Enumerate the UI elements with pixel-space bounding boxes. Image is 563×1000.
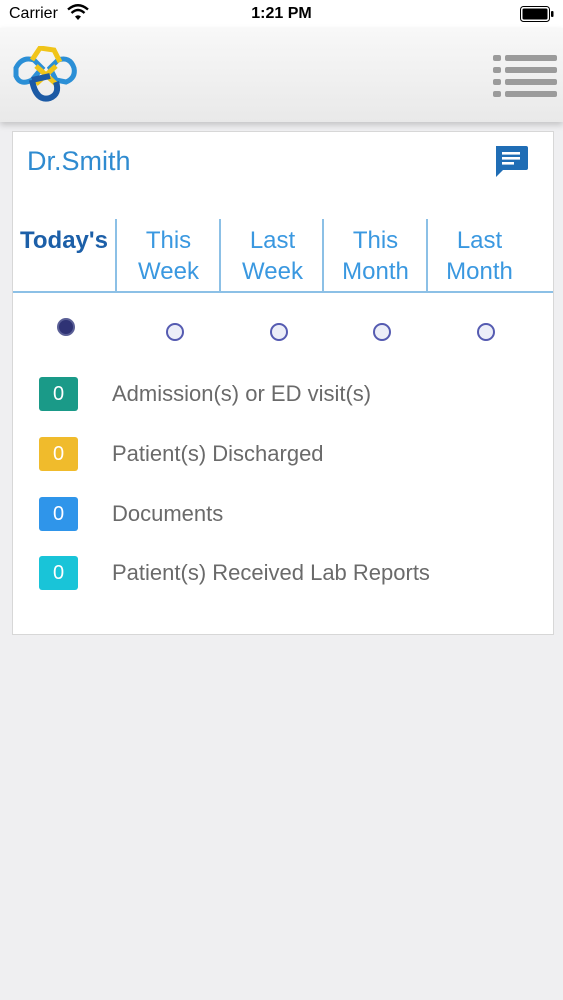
tab-label: Month [446,258,513,285]
tab-label: Month [342,258,409,285]
tab-label: Last [456,227,503,254]
tab-label: Today's [20,227,108,254]
radio-this-week[interactable] [166,323,184,341]
time-range-tabs: Today's This Week Last Week This Month L… [13,219,553,293]
radio-last-week[interactable] [270,323,288,341]
stat-admissions[interactable]: 0 Admission(s) or ED visit(s) [13,377,553,413]
doctor-name: Dr.Smith [27,146,131,176]
tab-this-week[interactable]: This Week [117,225,220,297]
tab-this-month[interactable]: This Month [324,225,427,297]
app-header [0,28,563,122]
stat-documents[interactable]: 0 Documents [13,497,553,533]
stat-label: Admission(s) or ED visit(s) [112,381,372,406]
tab-todays[interactable]: Today's [20,225,123,297]
battery-icon [520,6,554,27]
count-badge: 0 [39,556,78,590]
tab-last-week[interactable]: Last Week [221,225,324,297]
stat-label: Patient(s) Discharged [112,441,324,466]
radio-this-month[interactable] [373,323,391,341]
tab-last-month[interactable]: Last Month [428,225,531,297]
count-badge: 0 [39,377,78,411]
count-badge: 0 [39,437,78,471]
radio-todays[interactable] [57,318,75,336]
tab-label: Last [249,227,296,254]
stat-lab-reports[interactable]: 0 Patient(s) Received Lab Reports [13,556,553,592]
tab-label: Week [138,258,199,285]
summary-card: Dr.Smith Today's This Week Last Week Thi… [12,131,554,635]
chat-bubble-icon[interactable] [493,144,529,183]
stat-label: Patient(s) Received Lab Reports [112,560,430,585]
stat-discharged[interactable]: 0 Patient(s) Discharged [13,437,553,473]
app-logo-icon[interactable] [10,45,80,111]
clock: 1:21 PM [251,5,312,22]
tab-label: This [145,227,192,254]
status-bar: Carrier 1:21 PM [0,0,563,28]
radio-last-month[interactable] [477,323,495,341]
stat-label: Documents [112,501,224,526]
tab-label: This [352,227,399,254]
count-badge: 0 [39,497,78,531]
tab-label: Week [242,258,303,285]
list-menu-icon[interactable] [493,53,557,97]
